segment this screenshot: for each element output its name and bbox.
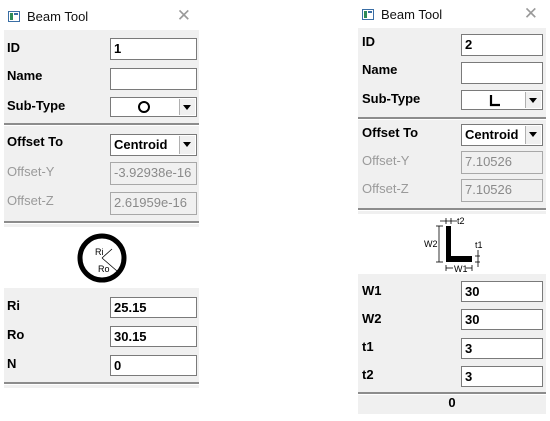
w1-label: W1 — [362, 283, 382, 298]
chevron-down-icon — [529, 132, 537, 137]
offset-y-label: Offset-Y — [7, 164, 55, 179]
offset-to-label: Offset To — [362, 125, 419, 140]
offset-y-field: -3.92938e-16 — [110, 162, 197, 185]
window-title: Beam Tool — [27, 9, 89, 24]
offset-z-field: 2.61959e-16 — [110, 192, 197, 215]
offset-to-label: Offset To — [7, 134, 64, 149]
ring-section-diagram: Ri Ro — [77, 233, 127, 283]
name-field[interactable] — [461, 62, 543, 84]
offset-z-label: Offset-Z — [362, 181, 409, 196]
ro-diagram-label: Ro — [98, 264, 110, 274]
offset-z-field: 7.10526 — [461, 179, 543, 202]
title-bar: Beam Tool ✕ — [358, 2, 546, 28]
t1-label: t1 — [362, 339, 374, 354]
ri-field[interactable]: 25.15 — [110, 297, 197, 318]
id-label: ID — [7, 40, 20, 55]
t1-diagram-label: t1 — [475, 240, 483, 250]
subtype-dropdown[interactable] — [461, 90, 543, 110]
offset-to-dropdown[interactable]: Centroid — [461, 124, 543, 146]
close-icon[interactable]: ✕ — [524, 5, 538, 23]
subtype-dropdown[interactable] — [110, 97, 197, 117]
section-diagram-area: Ri Ro — [4, 227, 199, 288]
w2-label: W2 — [362, 311, 382, 326]
dropdown-button[interactable] — [525, 126, 541, 144]
separator — [358, 117, 546, 120]
separator — [358, 208, 546, 211]
beam-tool-panel-2: Beam Tool ✕ ID 2 Name Sub-Type Offset To… — [358, 2, 546, 414]
dropdown-button[interactable] — [525, 92, 541, 108]
dropdown-button[interactable] — [179, 99, 195, 115]
ro-field[interactable]: 30.15 — [110, 326, 197, 347]
chevron-down-icon — [529, 98, 537, 103]
t2-diagram-label: t2 — [457, 216, 465, 226]
w1-diagram-label: W1 — [454, 264, 468, 274]
id-field[interactable]: 1 — [110, 38, 197, 60]
separator — [4, 221, 199, 224]
t2-label: t2 — [362, 367, 374, 382]
circle-section-icon — [138, 101, 150, 113]
chevron-down-icon — [183, 142, 191, 147]
subtype-label: Sub-Type — [7, 98, 66, 113]
n-field[interactable]: 0 — [110, 355, 197, 376]
l-section-icon — [489, 95, 500, 107]
chevron-down-icon — [183, 105, 191, 110]
separator — [4, 382, 199, 385]
w1-field[interactable]: 30 — [461, 281, 543, 302]
window-title: Beam Tool — [381, 7, 443, 22]
close-icon[interactable]: ✕ — [177, 7, 191, 25]
l-section-diagram: t2 W2 t1 W1 — [424, 216, 483, 274]
w2-field[interactable]: 30 — [461, 309, 543, 330]
id-label: ID — [362, 34, 375, 49]
w2-diagram-label: W2 — [424, 239, 438, 249]
n-label: N — [7, 356, 17, 371]
id-field[interactable]: 2 — [461, 34, 543, 56]
offset-to-value: Centroid — [465, 127, 519, 142]
ro-label: Ro — [7, 327, 25, 342]
name-label: Name — [362, 62, 398, 77]
dropdown-button[interactable] — [179, 136, 195, 154]
subtype-label: Sub-Type — [362, 91, 421, 106]
offset-y-field: 7.10526 — [461, 151, 543, 174]
name-label: Name — [7, 68, 43, 83]
section-diagram-area: t2 W2 t1 W1 — [358, 214, 546, 274]
status-value: 0 — [448, 395, 456, 410]
ri-diagram-label: Ri — [95, 247, 104, 257]
status-bar: 0 — [358, 390, 546, 414]
app-icon — [362, 9, 374, 20]
beam-tool-panel-1: Beam Tool ✕ ID 1 Name Sub-Type Offset To… — [4, 4, 199, 388]
offset-to-value: Centroid — [114, 137, 168, 152]
ri-label: Ri — [7, 298, 20, 313]
offset-to-dropdown[interactable]: Centroid — [110, 134, 197, 156]
app-icon — [8, 11, 20, 22]
name-field[interactable] — [110, 68, 197, 90]
title-bar: Beam Tool ✕ — [4, 4, 199, 30]
offset-y-label: Offset-Y — [362, 153, 410, 168]
t2-field[interactable]: 3 — [461, 366, 543, 387]
separator — [4, 123, 199, 126]
offset-z-label: Offset-Z — [7, 193, 54, 208]
t1-field[interactable]: 3 — [461, 338, 543, 359]
